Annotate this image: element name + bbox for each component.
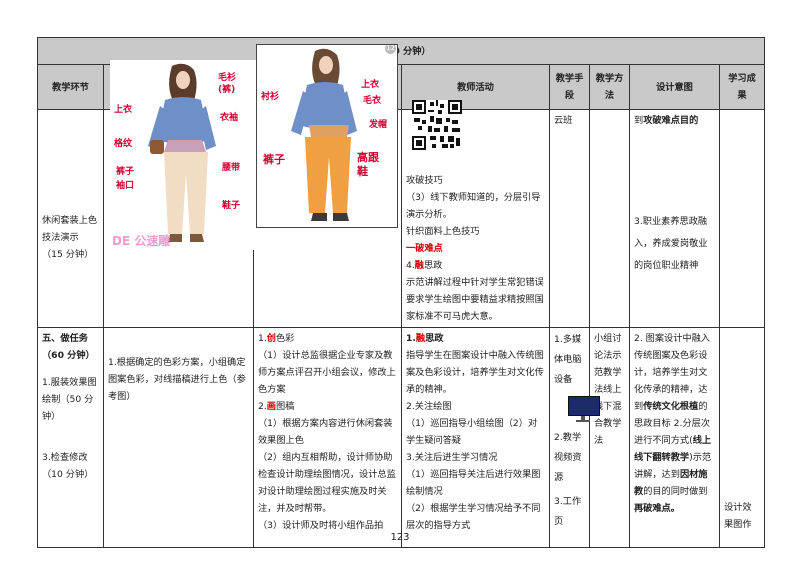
qr-code-icon [412, 100, 462, 150]
col-means: 教学手段 [549, 64, 590, 110]
student-activity-cell: 1.创色彩 （1）设计总监很据企业专家及教师方案点评召开小组会议，修改上色方案 … [253, 327, 402, 548]
means-cell: 云班 [549, 109, 590, 328]
figure-illustration-right [257, 45, 397, 227]
teacher-activity-cell: 1.融思政 指导学生在图案设计中融入传统图案及色彩设计，培养学生对文化传承的精神… [401, 327, 550, 548]
stage-cell: 五、做任务（60 分钟） 1.服装效果图绘制（50 分钟） 3.检查修改（10 … [37, 327, 104, 548]
method-cell [589, 109, 630, 328]
task-cell: 1.根据确定的色彩方案，小组确定图案色彩，对线描稿进行上色（参考图） [103, 327, 254, 548]
method-cell: 小组讨论法示范教学法线上线下混合教学法 [589, 327, 630, 548]
table-row: 五、做任务（60 分钟） 1.服装效果图绘制（50 分钟） 3.检查修改（10 … [37, 327, 766, 548]
fashion-sketch-left: 毛衫 (裤) 上衣 衣袖 格纹 腰带 裤子 袖口 鞋子 DE 公速雕 [110, 60, 260, 250]
stage-cell: 休闲套装上色技法演示（15 分钟） [37, 109, 104, 328]
page-number: 123 [390, 532, 410, 543]
col-method: 教学方法 [589, 64, 630, 110]
means-cell: 1.多媒体电脑设备 2.教学视频资源 3.工作页 [549, 327, 600, 548]
intent-cell: 2. 图案设计中融入传统图案及色彩设计，培养学生对文化传承的精神，达到传统文化根… [629, 327, 720, 548]
intent-cell: 到攻破难点目的 3.职业素养思政融入，养成爱岗敬业的岗位职业精神 [629, 109, 720, 328]
col-result: 学习成果 [718, 64, 766, 110]
result-cell: 设计效果图作 [718, 327, 766, 548]
col-intent: 设计意图 [629, 64, 720, 110]
monitor-icon [568, 396, 600, 422]
figure-illustration-left [110, 60, 260, 250]
result-cell [718, 109, 766, 328]
fashion-sketch-right: 衬衫 上衣 毛衣 发帽 裤子 高跟 鞋 12 [256, 44, 398, 228]
col-stage: 教学环节 [37, 64, 104, 110]
